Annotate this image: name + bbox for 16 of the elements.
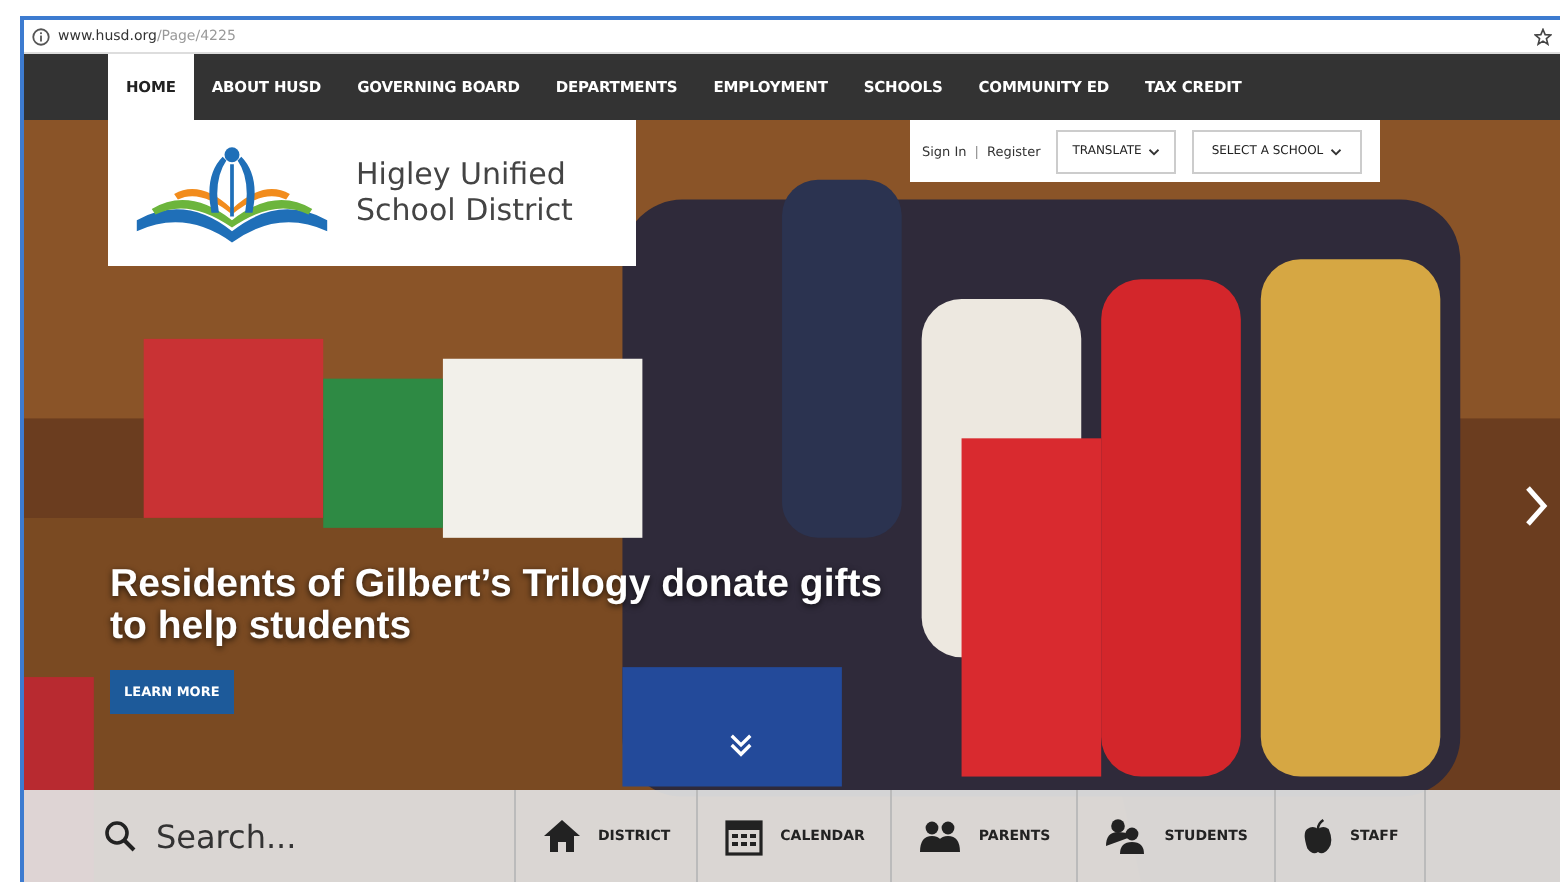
- people-icon: [918, 820, 963, 852]
- calendar-icon: [724, 816, 765, 856]
- caret-icon: [1329, 147, 1342, 155]
- logo-card[interactable]: Higley Unified School District: [108, 120, 636, 266]
- people-icon: [1104, 818, 1149, 854]
- search-icon: [104, 820, 136, 852]
- caret-icon: [1147, 147, 1160, 155]
- bookmark-star-icon[interactable]: [1534, 27, 1552, 45]
- info-icon: [32, 27, 50, 45]
- story-headline: Residents of Gilbert’s Trilogy donate gifts to help students: [110, 564, 885, 650]
- house-icon: [542, 818, 582, 854]
- logo-title-line: Higley Unified: [356, 158, 568, 193]
- apple-icon: [1301, 816, 1334, 856]
- search-field[interactable]: Search...: [152, 815, 460, 857]
- logo-title-line: School District: [356, 193, 573, 228]
- scroll-down-icon[interactable]: [728, 732, 754, 758]
